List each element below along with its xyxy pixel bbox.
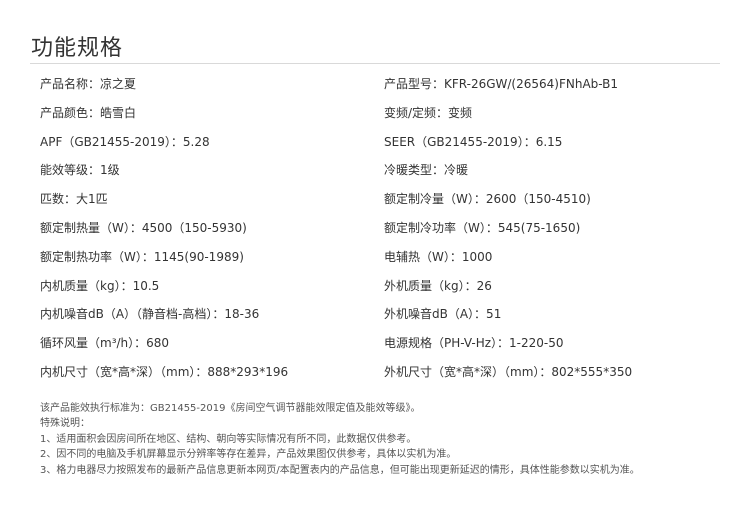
spec-product-color: 产品颜色：皓雪白 — [40, 105, 137, 120]
spec-rated-cooling-power: 额定制冷功率（W）：545(75-1650) — [384, 220, 581, 235]
note-item: 3、格力电器尽力按照发布的最新产品信息更新本网页/本配置表内的产品信息，但可能出… — [40, 464, 640, 476]
spec-rated-heating-capacity: 额定制热量（W）：4500（150-5930) — [40, 220, 247, 235]
spec-row: 额定制热功率（W）：1145(90-1989) 电辅热（W）：1000 — [40, 248, 720, 277]
spec-table: 产品名称：凉之夏 产品型号：KFR-26GW/(26564)FNhAb-B1 产… — [40, 75, 720, 392]
energy-standard-note: 该产品能效执行标准为：GB21455-2019《房间空气调节器能效限定值及能效等… — [40, 403, 421, 414]
spec-cooling-heating-type: 冷暖类型：冷暖 — [384, 163, 469, 178]
spec-energy-grade: 能效等级：1级 — [40, 163, 120, 178]
spec-inverter-type: 变频/定频：变频 — [384, 105, 473, 120]
spec-row: 内机尺寸（宽*高*深）（mm）：888*293*196 外机尺寸（宽*高*深）（… — [40, 363, 720, 392]
special-notes-heading: 特殊说明： — [40, 418, 90, 430]
spec-row: 产品颜色：皓雪白 变频/定频：变频 — [40, 104, 720, 133]
spec-indoor-weight: 内机质量（kg）：10.5 — [40, 278, 160, 293]
spec-seer: SEER（GB21455-2019）：6.15 — [384, 134, 563, 149]
spec-indoor-dimensions: 内机尺寸（宽*高*深）（mm）：888*293*196 — [40, 364, 289, 379]
spec-outdoor-noise: 外机噪音dB（A）：51 — [384, 307, 502, 322]
spec-row: 循环风量（m³/h）：680 电源规格（PH-V-Hz）：1-220-50 — [40, 334, 720, 363]
spec-outdoor-weight: 外机质量（kg）：26 — [384, 278, 492, 293]
spec-row: 内机质量（kg）：10.5 外机质量（kg）：26 — [40, 277, 720, 306]
title-divider — [30, 63, 720, 64]
spec-apf: APF（GB21455-2019）：5.28 — [40, 134, 210, 149]
spec-row: 产品名称：凉之夏 产品型号：KFR-26GW/(26564)FNhAb-B1 — [40, 75, 720, 104]
spec-product-name: 产品名称：凉之夏 — [40, 77, 137, 91]
spec-rated-cooling-capacity: 额定制冷量（W）：2600（150-4510) — [384, 192, 591, 207]
spec-row: 额定制热量（W）：4500（150-5930) 额定制冷功率（W）：545(75… — [40, 219, 720, 248]
spec-outdoor-dimensions: 外机尺寸（宽*高*深）（mm）：802*555*350 — [384, 364, 633, 379]
spec-rated-heating-power: 额定制热功率（W）：1145(90-1989) — [40, 249, 244, 264]
notes-section: 该产品能效执行标准为：GB21455-2019《房间空气调节器能效限定值及能效等… — [40, 401, 730, 478]
spec-electric-aux-heat: 电辅热（W）：1000 — [384, 249, 493, 264]
note-item: 2、因不同的电脑及手机屏幕显示分辨率等存在差异，产品效果图仅供参考，具体以实机为… — [40, 449, 457, 461]
note-item: 1、适用面积会因房间所在地区、结构、朝向等实际情况有所不同，此数据仅供参考。 — [40, 433, 417, 445]
spec-row: 能效等级：1级 冷暖类型：冷暖 — [40, 161, 720, 190]
spec-product-model: 产品型号：KFR-26GW/(26564)FNhAb-B1 — [384, 77, 619, 91]
spec-row: 匹数：大1匹 额定制冷量（W）：2600（150-4510) — [40, 190, 720, 219]
spec-horsepower: 匹数：大1匹 — [40, 192, 108, 207]
spec-row: APF（GB21455-2019）：5.28 SEER（GB21455-2019… — [40, 133, 720, 162]
spec-airflow: 循环风量（m³/h）：680 — [40, 336, 170, 351]
spec-row: 内机噪音dB（A）（静音档-高档）：18-36 外机噪音dB（A）：51 — [40, 305, 720, 334]
spec-indoor-noise: 内机噪音dB（A）（静音档-高档）：18-36 — [40, 307, 260, 322]
page-title: 功能规格 — [31, 36, 124, 61]
spec-power-supply: 电源规格（PH-V-Hz）：1-220-50 — [384, 336, 564, 351]
